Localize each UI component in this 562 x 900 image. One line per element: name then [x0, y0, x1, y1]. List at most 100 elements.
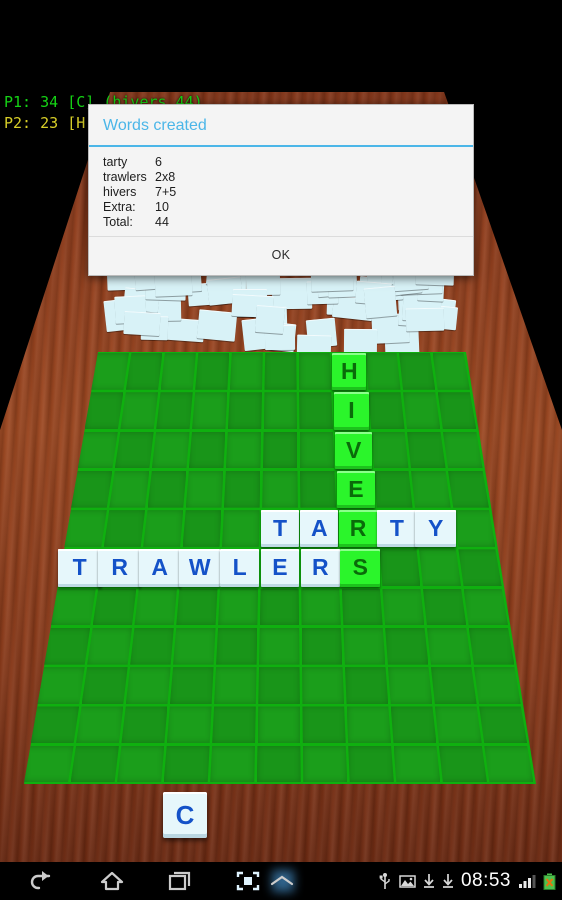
board-tile-a[interactable]: A	[138, 549, 181, 587]
board-cell[interactable]	[403, 392, 441, 429]
board-cell[interactable]	[348, 745, 394, 783]
board-cell[interactable]	[92, 588, 136, 626]
board-cell[interactable]	[368, 392, 405, 429]
board-cell[interactable]	[229, 353, 263, 390]
board-cell[interactable]	[263, 392, 298, 429]
board-cell[interactable]	[299, 431, 335, 469]
board-cell[interactable]	[453, 510, 496, 547]
board-cell[interactable]	[134, 588, 177, 626]
board-cell[interactable]	[262, 431, 297, 469]
board-tile-s[interactable]: S	[340, 549, 381, 587]
board-cell[interactable]	[430, 667, 477, 704]
board-cell[interactable]	[117, 745, 165, 783]
board-cell[interactable]	[216, 627, 258, 665]
board-cell[interactable]	[163, 745, 210, 783]
board-cell[interactable]	[192, 392, 228, 429]
board-cell[interactable]	[302, 745, 348, 783]
board-cell[interactable]	[214, 667, 257, 704]
board-cell[interactable]	[371, 431, 409, 469]
board-cell[interactable]	[30, 706, 80, 743]
board-tile-i[interactable]: I	[333, 392, 370, 430]
board-cell[interactable]	[212, 706, 256, 743]
board-cell[interactable]	[346, 706, 392, 743]
board-cell[interactable]	[156, 392, 193, 429]
board-cell[interactable]	[437, 392, 476, 429]
board-cell[interactable]	[259, 588, 300, 626]
board-cell[interactable]	[121, 706, 168, 743]
board-cell[interactable]	[374, 470, 413, 508]
board-tile-l[interactable]: L	[220, 549, 260, 587]
ok-button[interactable]: OK	[89, 236, 473, 275]
board-cell[interactable]	[160, 353, 196, 390]
board-cell[interactable]	[81, 667, 128, 704]
board-cell[interactable]	[379, 549, 421, 586]
board-cell[interactable]	[468, 627, 515, 665]
board-cell[interactable]	[299, 470, 337, 508]
home-icon[interactable]	[80, 862, 144, 900]
board-cell[interactable]	[426, 627, 472, 665]
board-tile-y[interactable]: Y	[415, 510, 457, 548]
board-cell[interactable]	[387, 667, 433, 704]
rack-tile-c[interactable]: C	[163, 792, 207, 838]
board-cell[interactable]	[365, 353, 401, 390]
board-cell[interactable]	[345, 667, 389, 704]
board-cell[interactable]	[125, 353, 163, 390]
board-tile-a[interactable]: A	[300, 510, 339, 548]
board-cell[interactable]	[221, 510, 260, 547]
board-tile-r[interactable]: R	[300, 549, 340, 587]
board-cell[interactable]	[407, 431, 446, 469]
board-cell[interactable]	[262, 470, 298, 508]
board-cell[interactable]	[463, 588, 509, 626]
board-cell[interactable]	[151, 431, 190, 469]
board-cell[interactable]	[422, 588, 467, 626]
recents-icon[interactable]	[148, 862, 212, 900]
board-cell[interactable]	[438, 745, 487, 783]
board-cell[interactable]	[169, 667, 214, 704]
board-cell[interactable]	[434, 706, 482, 743]
board-cell[interactable]	[484, 745, 534, 783]
board-tile-r[interactable]: R	[98, 549, 142, 587]
board-cell[interactable]	[458, 549, 502, 586]
board-cell[interactable]	[259, 627, 300, 665]
board-cell[interactable]	[411, 470, 451, 508]
board-cell[interactable]	[343, 627, 386, 665]
board-cell[interactable]	[44, 627, 91, 665]
game-board[interactable]: HIVETARTYTRAWLERS	[0, 352, 562, 792]
board-cell[interactable]	[109, 470, 150, 508]
board-cell[interactable]	[385, 627, 429, 665]
board-cell[interactable]	[257, 706, 301, 743]
board-cell[interactable]	[91, 353, 129, 390]
board-tile-e[interactable]: E	[260, 549, 300, 587]
board-cell[interactable]	[301, 588, 341, 626]
board-cell[interactable]	[302, 667, 345, 704]
board-cell[interactable]	[166, 706, 212, 743]
board-tile-t[interactable]: T	[57, 549, 102, 587]
board-cell[interactable]	[341, 588, 383, 626]
board-cell[interactable]	[399, 353, 436, 390]
board-cell[interactable]	[70, 745, 119, 783]
board-cell[interactable]	[256, 745, 301, 783]
board-cell[interactable]	[299, 392, 333, 429]
board-cell[interactable]	[264, 353, 297, 390]
board-cell[interactable]	[479, 706, 528, 743]
back-icon[interactable]	[10, 862, 74, 900]
board-cell[interactable]	[103, 510, 146, 547]
board-tile-r[interactable]: R	[338, 510, 378, 548]
board-cell[interactable]	[473, 667, 521, 704]
board-grid[interactable]: HIVETARTYTRAWLERS	[0, 352, 562, 784]
board-cell[interactable]	[301, 627, 343, 665]
board-cell[interactable]	[64, 510, 107, 547]
board-tile-v[interactable]: V	[335, 431, 372, 469]
board-cell[interactable]	[147, 470, 187, 508]
board-cell[interactable]	[87, 627, 132, 665]
board-cell[interactable]	[382, 588, 425, 626]
board-cell[interactable]	[210, 745, 255, 783]
board-cell[interactable]	[173, 627, 216, 665]
board-cell[interactable]	[302, 706, 346, 743]
board-cell[interactable]	[76, 706, 124, 743]
board-cell[interactable]	[390, 706, 437, 743]
board-cell[interactable]	[130, 627, 174, 665]
board-cell[interactable]	[258, 667, 300, 704]
board-cell[interactable]	[223, 470, 261, 508]
board-tile-t[interactable]: T	[376, 510, 417, 548]
